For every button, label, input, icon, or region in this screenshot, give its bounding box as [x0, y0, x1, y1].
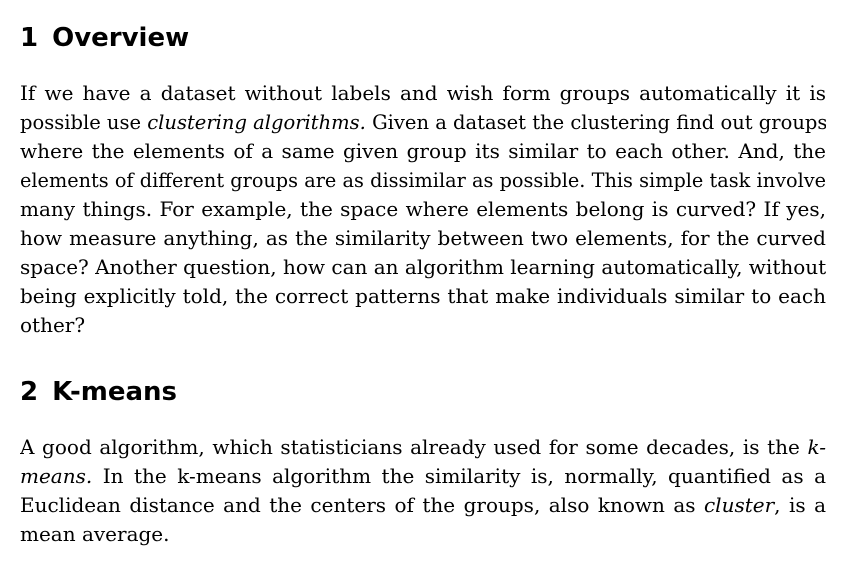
body-text: Euclidean distance and the centers of th… [20, 493, 704, 517]
paragraph-line: where the elements of a same given group… [20, 137, 826, 166]
paragraph-line: other? [20, 311, 826, 340]
paragraph-line: means. In the k-means algorithm the simi… [20, 462, 826, 491]
section-heading-kmeans: 2 K-means [20, 377, 177, 407]
body-text: many things. For example, the space wher… [20, 197, 826, 221]
body-text: space? Another question, how can an algo… [20, 255, 826, 279]
overview-paragraph: If we have a dataset without labels and … [20, 79, 826, 340]
section-number: 2 [20, 377, 39, 407]
paragraph-line: possible use clustering algorithms. Give… [20, 108, 826, 137]
emphasis-text: k- [807, 435, 826, 459]
body-text: mean average. [20, 522, 170, 546]
body-text: Given a dataset the clustering find out … [365, 111, 826, 134]
section-number: 1 [20, 23, 39, 53]
body-text: other? [20, 313, 86, 337]
body-text: how measure anything, as the similarity … [20, 226, 826, 250]
section-heading-overview: 1 Overview [20, 23, 189, 53]
section-title: Overview [52, 23, 190, 53]
paragraph-line: being explicitly told, the correct patte… [20, 282, 826, 311]
emphasis-text: clustering algorithms. [147, 111, 366, 134]
body-text: In the k-means algorithm the similarity … [92, 464, 826, 488]
paragraph-line: A good algorithm, which statisticians al… [20, 433, 826, 462]
paragraph-line: Euclidean distance and the centers of th… [20, 491, 826, 520]
kmeans-paragraph: A good algorithm, which statisticians al… [20, 433, 826, 549]
body-text: elements of different groups are as diss… [20, 169, 826, 192]
document-page: 1 Overview If we have a dataset without l… [0, 0, 848, 571]
body-text: being explicitly told, the correct patte… [20, 284, 826, 308]
section-title: K-means [52, 377, 178, 407]
paragraph-line: space? Another question, how can an algo… [20, 253, 826, 282]
body-text: , is a [774, 493, 826, 517]
paragraph-line: elements of different groups are as diss… [20, 166, 826, 195]
paragraph-line: If we have a dataset without labels and … [20, 79, 826, 108]
body-text: If we have a dataset without labels and … [20, 81, 826, 105]
paragraph-line: mean average. [20, 520, 826, 549]
paragraph-line: many things. For example, the space wher… [20, 195, 826, 224]
body-text: A good algorithm, which statisticians al… [20, 435, 808, 459]
body-text: where the elements of a same given group… [20, 139, 826, 163]
emphasis-text: cluster [703, 493, 775, 517]
emphasis-text: means. [20, 464, 93, 488]
body-text: possible use [20, 111, 148, 134]
paragraph-line: how measure anything, as the similarity … [20, 224, 826, 253]
